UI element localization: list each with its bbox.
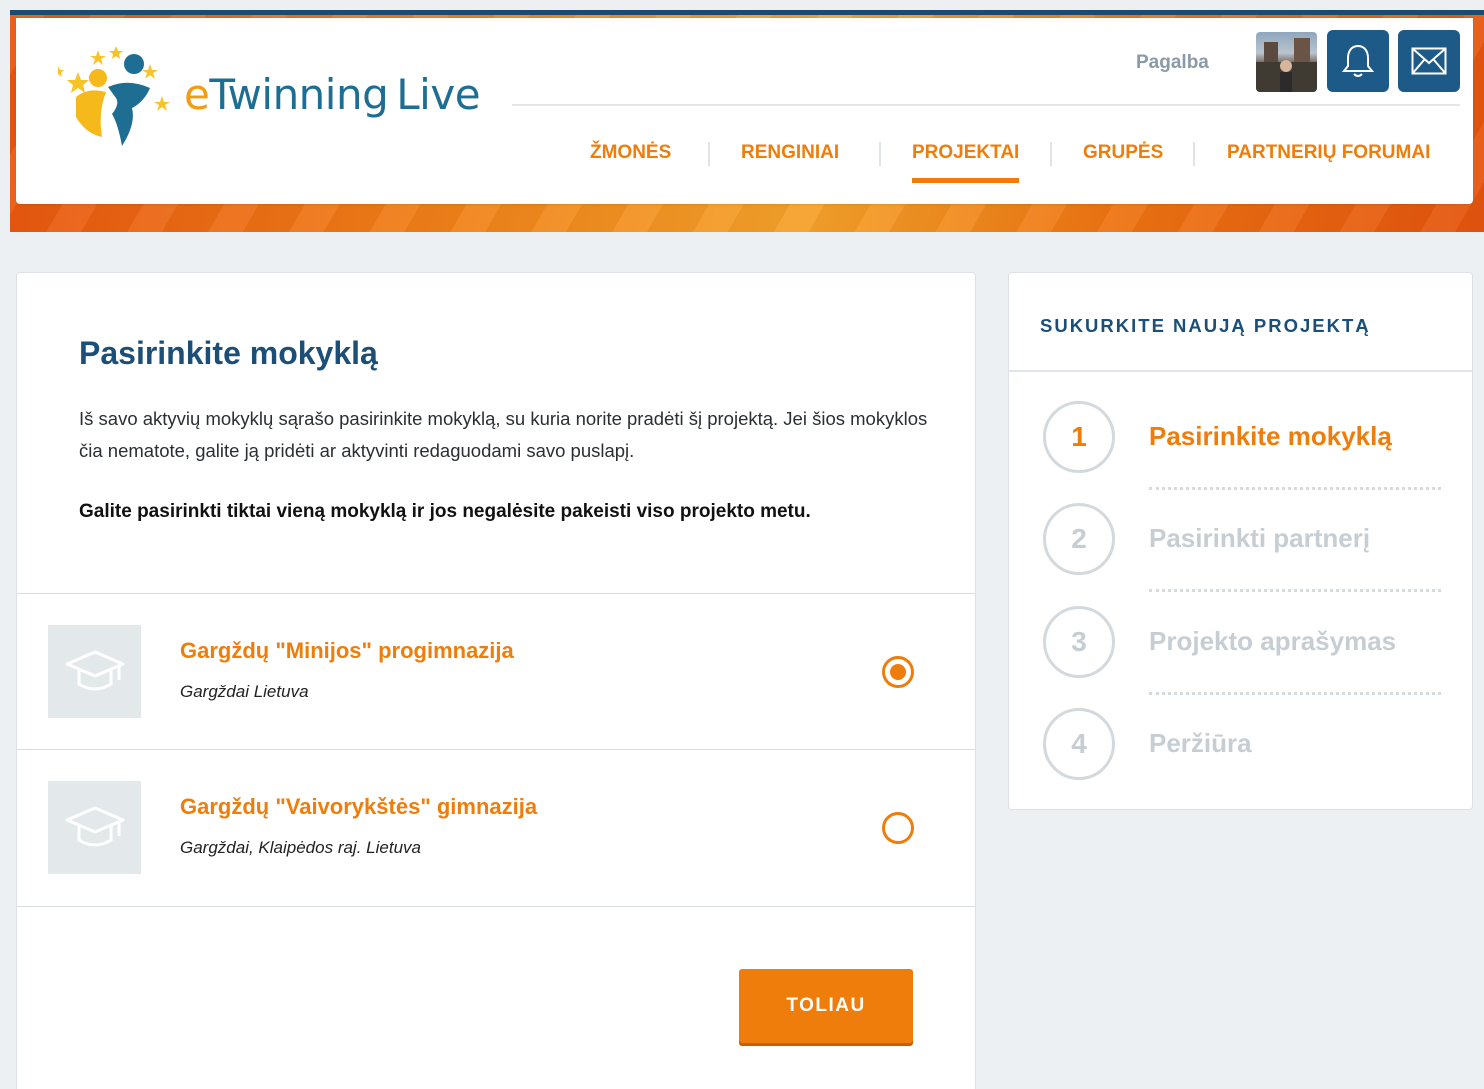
school-selection-card: Pasirinkite mokyklą Iš savo aktyvių moky… — [16, 272, 976, 1089]
graduation-cap-icon — [65, 650, 124, 690]
step-label: Projekto aprašymas — [1149, 626, 1397, 656]
school-radio[interactable] — [882, 812, 914, 844]
nav-grupes[interactable]: GRUPĖS — [1083, 142, 1163, 164]
step-number: 3 — [1043, 606, 1115, 678]
school-location: Gargždai, Klaipėdos raj. Lietuva — [180, 838, 421, 857]
etwinning-logo[interactable]: eTwinning Live — [52, 42, 488, 150]
nav-renginiai[interactable]: RENGINIAI — [741, 142, 839, 164]
step-1[interactable]: 1 Pasirinkite mokyklą — [1009, 401, 1472, 490]
messages-button[interactable] — [1398, 30, 1460, 92]
divider — [17, 906, 975, 907]
next-button[interactable]: TOLIAU — [739, 969, 913, 1043]
nav-active-indicator — [912, 178, 1019, 183]
step-separator — [1149, 589, 1441, 592]
step-label: Pasirinkti partnerį — [1149, 523, 1371, 553]
help-link[interactable]: Pagalba — [1136, 52, 1209, 74]
bell-icon — [1341, 44, 1375, 77]
school-option[interactable]: Gargždų "Vaivorykštės" gimnazija Gargžda… — [17, 750, 975, 906]
school-option[interactable]: Gargždų "Minijos" progimnazija Gargždai … — [17, 594, 975, 750]
school-thumbnail — [48, 781, 141, 874]
school-radio-selected[interactable] — [882, 656, 914, 688]
school-thumbnail — [48, 625, 141, 718]
step-2[interactable]: 2 Pasirinkti partnerį — [1009, 503, 1472, 592]
graduation-cap-icon — [65, 806, 124, 846]
step-separator — [1149, 692, 1441, 695]
step-number: 4 — [1043, 708, 1115, 780]
step-4[interactable]: 4 Peržiūra — [1009, 708, 1472, 788]
nav-projektai[interactable]: PROJEKTAI — [912, 142, 1019, 164]
envelope-icon — [1411, 47, 1447, 75]
school-name[interactable]: Gargždų "Minijos" progimnazija — [180, 638, 514, 664]
nav-partneriu-forumai[interactable]: PARTNERIŲ FORUMAI — [1227, 142, 1430, 164]
logo-figures-icon — [52, 46, 170, 146]
step-3[interactable]: 3 Projekto aprašymas — [1009, 606, 1472, 695]
logo-wordmark: eTwinning Live — [184, 70, 481, 119]
nav-separator — [1050, 142, 1052, 166]
steps-title: SUKURKITE NAUJĄ PROJEKTĄ — [1040, 315, 1371, 336]
page-description: Iš savo aktyvių mokyklų sąrašo pasirinki… — [79, 408, 928, 461]
nav-separator — [1193, 142, 1195, 166]
step-label: Peržiūra — [1149, 728, 1252, 758]
school-name[interactable]: Gargždų "Vaivorykštės" gimnazija — [180, 794, 537, 820]
page-note: Galite pasirinkti tiktai vieną mokyklą i… — [79, 501, 811, 522]
notifications-button[interactable] — [1327, 30, 1389, 92]
create-project-steps: SUKURKITE NAUJĄ PROJEKTĄ 1 Pasirinkite m… — [1008, 272, 1473, 810]
page-title: Pasirinkite mokyklą — [79, 335, 378, 371]
step-separator — [1149, 487, 1441, 490]
user-avatar[interactable] — [1256, 32, 1317, 92]
divider — [1009, 370, 1472, 372]
step-number: 2 — [1043, 503, 1115, 575]
header-divider — [512, 104, 1460, 106]
nav-separator — [879, 142, 881, 166]
step-number: 1 — [1043, 401, 1115, 473]
step-label: Pasirinkite mokyklą — [1149, 421, 1392, 451]
avatar-photo — [1256, 38, 1317, 92]
nav-zmones[interactable]: ŽMONĖS — [590, 142, 671, 164]
school-location: Gargždai Lietuva — [180, 682, 309, 701]
nav-separator — [708, 142, 710, 166]
